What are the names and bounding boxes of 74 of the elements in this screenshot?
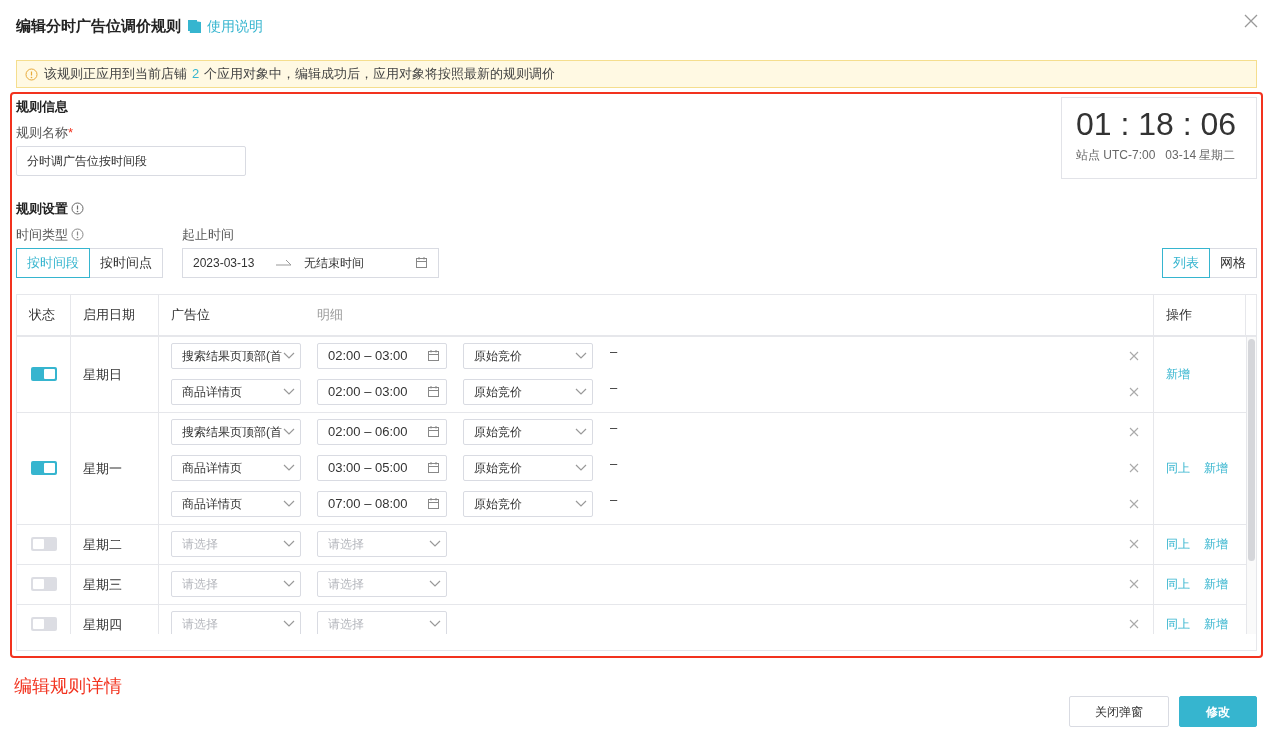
bid-select[interactable]: 原始竞价 [463, 418, 593, 445]
notice-text: 该规则正应用到当前店铺 2 个应用对象中，编辑成功后，应用对象将按照最新的规则调价 [44, 65, 556, 84]
calendar-icon [427, 461, 440, 475]
bid-select[interactable]: 原始竞价 [463, 490, 593, 517]
clock-time: 01 : 18 : 06 [1076, 108, 1238, 140]
timezone-text: 站点 UTC-7:00 [1076, 147, 1156, 164]
scrollbar[interactable] [1246, 336, 1256, 634]
name-input[interactable]: 分时调广告位按时间段 [16, 145, 246, 176]
remove-icon[interactable] [1129, 538, 1139, 549]
remove-icon[interactable] [1129, 578, 1139, 589]
date-range-field[interactable]: 2023-03-13 无结束时间 [182, 247, 439, 278]
remove-icon[interactable] [1129, 350, 1139, 361]
info-icon [71, 228, 85, 242]
field-label: 时间类型 [16, 226, 68, 244]
calendar-icon [427, 425, 440, 439]
calendar-icon [427, 349, 440, 363]
remove-icon[interactable] [1129, 618, 1139, 629]
day-label: 星期日 [83, 365, 122, 384]
toggle-switch[interactable] [30, 577, 57, 592]
placement-select[interactable]: 搜索结果页顶部(首 [171, 418, 301, 445]
column-header: 广告位 [170, 306, 211, 324]
footer-button[interactable]: 关闭弹窗 [1069, 696, 1169, 727]
adjustment-text: – [610, 419, 618, 437]
calendar-icon [415, 256, 428, 270]
adjustment-text: – [610, 379, 618, 397]
placement-select[interactable]: 商品详情页 [171, 378, 301, 405]
adjustment-text: – [610, 455, 618, 473]
remove-icon[interactable] [1129, 498, 1139, 509]
column-header: 操作 [1154, 294, 1246, 335]
warning-icon [25, 67, 38, 81]
date-text: 03-14 星期二 [1165, 147, 1236, 164]
day-label: 星期一 [83, 459, 122, 478]
bid-select[interactable]: 原始竞价 [463, 378, 593, 405]
placement-select[interactable]: 搜索结果页顶部(首 [171, 342, 301, 369]
view-toggle[interactable]: 网格 [1209, 247, 1257, 278]
time-range-field[interactable]: 02:00 – 06:00 [317, 418, 447, 445]
column-header: 状态 [17, 294, 71, 335]
remove-icon[interactable] [1129, 386, 1139, 397]
day-label: 星期四 [83, 615, 122, 634]
time-range-field[interactable]: 02:00 – 03:00 [317, 378, 447, 405]
section-heading: 规则设置 [16, 200, 68, 218]
time-range-field[interactable]: 07:00 – 08:00 [317, 490, 447, 517]
annotation-label: 编辑规则详情 [14, 674, 123, 698]
toggle-switch[interactable] [30, 367, 57, 382]
end-date: 无结束时间 [304, 254, 365, 272]
toggle-switch[interactable] [30, 617, 57, 632]
day-label: 星期三 [83, 575, 122, 594]
adjustment-text: – [610, 343, 618, 361]
toggle-switch[interactable] [30, 461, 57, 476]
info-icon [71, 202, 85, 216]
remove-icon[interactable] [1129, 462, 1139, 473]
close-icon[interactable] [1243, 13, 1259, 29]
column-header: 启用日期 [71, 294, 159, 335]
calendar-icon [427, 385, 440, 399]
book-icon [187, 18, 202, 34]
toggle-switch[interactable] [30, 537, 57, 552]
remove-icon[interactable] [1129, 426, 1139, 437]
start-date: 2023-03-13 [193, 254, 255, 272]
field-label: 规则名称* [16, 124, 75, 142]
calendar-icon [427, 497, 440, 511]
placement-select[interactable]: 商品详情页 [171, 490, 301, 517]
field-label: 起止时间 [182, 226, 235, 244]
column-header: 明细 [305, 294, 1154, 335]
dialog-title: 编辑分时广告位调价规则 [16, 15, 181, 36]
section-heading: 规则信息 [16, 98, 69, 116]
bid-select[interactable]: 原始竞价 [463, 454, 593, 481]
scrollbar-thumb[interactable] [1248, 338, 1255, 561]
time-range-field[interactable]: 02:00 – 03:00 [317, 342, 447, 369]
placement-select[interactable]: 商品详情页 [171, 454, 301, 481]
adjustment-text: – [610, 491, 618, 509]
segment-button[interactable]: 按时间点 [89, 247, 163, 278]
time-range-field[interactable]: 03:00 – 05:00 [317, 454, 447, 481]
bid-select[interactable]: 原始竞价 [463, 342, 593, 369]
day-label: 星期二 [83, 535, 122, 554]
